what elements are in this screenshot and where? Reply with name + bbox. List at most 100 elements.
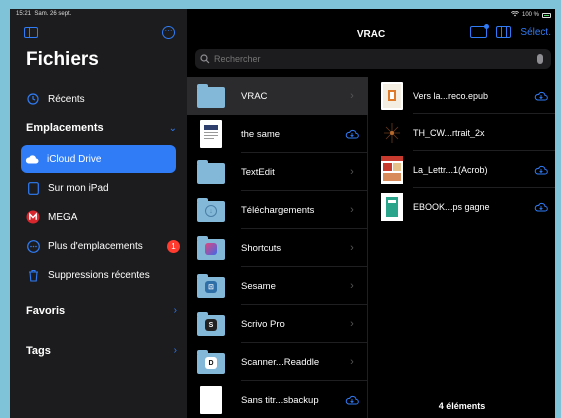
- locations-header[interactable]: Emplacements: [26, 122, 104, 134]
- wifi-icon: [510, 10, 519, 19]
- chevron-right-icon: ›: [350, 204, 354, 216]
- main-browser: 100 % VRAC Sélect. VRAC ›: [187, 9, 555, 418]
- chevron-right-icon[interactable]: ›: [174, 345, 177, 356]
- file-column: Vers la...reco.epub TH_CW...rtrait_2x La: [369, 77, 555, 418]
- item-label: Téléchargements: [241, 204, 315, 216]
- status-time: 15:21 Sam. 26 sept.: [16, 11, 72, 17]
- search-input[interactable]: [214, 54, 537, 64]
- cloud-download-icon[interactable]: [342, 129, 362, 139]
- chevron-right-icon: ›: [350, 280, 354, 292]
- blank-document-icon: [197, 386, 225, 414]
- list-item-the-same[interactable]: the same: [187, 115, 368, 153]
- shortcuts-folder-icon: [197, 234, 225, 262]
- cloud-icon: [25, 152, 39, 166]
- scrivo-folder-icon: S: [197, 310, 225, 338]
- scanner-folder-icon: D: [197, 348, 225, 376]
- trash-icon: [26, 268, 40, 282]
- chevron-down-icon[interactable]: ⌄: [169, 123, 177, 134]
- notification-badge: 1: [167, 239, 180, 253]
- status-indicators: 100 %: [510, 10, 551, 19]
- sidebar-toggle-icon[interactable]: [24, 27, 38, 38]
- pdf-thumbnail: [381, 155, 403, 184]
- folder-icon: [197, 158, 225, 186]
- mega-icon: [26, 210, 40, 224]
- item-label: Vers la...reco.epub: [413, 90, 489, 101]
- item-label: La_Lettr...1(Acrob): [413, 164, 488, 175]
- item-label: TH_CW...rtrait_2x: [413, 127, 485, 138]
- sidebar-item-label: Sur mon iPad: [48, 182, 109, 194]
- ebook-thumbnail: [381, 192, 403, 221]
- list-item-epub[interactable]: Vers la...reco.epub: [369, 77, 555, 114]
- tags-header[interactable]: Tags: [26, 345, 51, 357]
- sidebar-item-recents[interactable]: Récents: [22, 87, 186, 111]
- sidebar-item-label: iCloud Drive: [47, 153, 102, 165]
- downloads-folder-icon: ↓: [197, 196, 225, 224]
- item-label: Sesame: [241, 280, 276, 292]
- chevron-right-icon: ›: [350, 90, 354, 102]
- item-label: Scrivo Pro: [241, 318, 285, 330]
- item-label: Sans titr...sbackup: [241, 394, 319, 406]
- item-count: 4 éléments: [438, 401, 486, 411]
- folder-column: VRAC › the same TextEdit › ↓ Téléchargem…: [187, 77, 368, 418]
- list-item-sans-titre-backup[interactable]: Sans titr...sbackup: [187, 381, 368, 418]
- list-item-shortcuts[interactable]: Shortcuts ›: [187, 229, 368, 267]
- ipad-screen: 15:21 Sam. 26 sept. ··· Fichiers Récents…: [10, 9, 555, 418]
- sidebar: 15:21 Sam. 26 sept. ··· Fichiers Récents…: [10, 9, 187, 418]
- cloud-download-icon[interactable]: [531, 202, 551, 212]
- more-options-icon[interactable]: ···: [162, 26, 175, 39]
- nav-actions: Sélect.: [470, 24, 551, 38]
- item-label: TextEdit: [241, 166, 275, 178]
- battery-icon: [542, 12, 551, 18]
- sidebar-item-label: Récents: [48, 93, 85, 105]
- chevron-right-icon[interactable]: ›: [174, 305, 177, 316]
- sidebar-item-on-my-ipad[interactable]: Sur mon iPad: [22, 176, 186, 200]
- sidebar-toolbar: ···: [24, 26, 179, 43]
- sesame-folder-icon: ⊡: [197, 272, 225, 300]
- sidebar-item-more-locations[interactable]: Plus d'emplacements 1: [22, 234, 186, 258]
- folder-icon: [197, 82, 225, 110]
- sidebar-item-label: Plus d'emplacements: [48, 240, 143, 252]
- status-bar-right: 100 %: [187, 9, 555, 21]
- document-icon: [197, 120, 225, 148]
- sidebar-item-mega[interactable]: MEGA: [22, 205, 186, 229]
- new-folder-icon[interactable]: [470, 24, 490, 38]
- microphone-icon[interactable]: [537, 54, 543, 64]
- list-item-portrait-image[interactable]: TH_CW...rtrait_2x: [369, 114, 555, 151]
- list-item-ebook[interactable]: EBOOK...ps gagne: [369, 188, 555, 225]
- list-item-textedit[interactable]: TextEdit ›: [187, 153, 368, 191]
- list-item-la-lettre-pdf[interactable]: La_Lettr...1(Acrob): [369, 151, 555, 188]
- list-item-sesame[interactable]: ⊡ Sesame ›: [187, 267, 368, 305]
- list-item-scrivo-pro[interactable]: S Scrivo Pro ›: [187, 305, 368, 343]
- item-label: EBOOK...ps gagne: [413, 201, 490, 212]
- column-view-icon[interactable]: [496, 26, 512, 38]
- chevron-right-icon: ›: [350, 242, 354, 254]
- sidebar-item-icloud-drive[interactable]: iCloud Drive: [21, 145, 176, 173]
- page-title: Fichiers: [26, 49, 99, 70]
- chevron-right-icon: ›: [350, 318, 354, 330]
- cloud-download-icon[interactable]: [531, 165, 551, 175]
- list-item-downloads[interactable]: ↓ Téléchargements ›: [187, 191, 368, 229]
- sidebar-item-label: MEGA: [48, 211, 78, 223]
- search-icon: [200, 54, 210, 64]
- favorites-header[interactable]: Favoris: [26, 305, 65, 317]
- item-label: VRAC: [241, 90, 268, 102]
- chevron-right-icon: ›: [350, 166, 354, 178]
- cloud-download-icon[interactable]: [531, 91, 551, 101]
- select-button[interactable]: Sélect.: [520, 27, 551, 38]
- sidebar-item-label: Suppressions récentes: [48, 269, 150, 281]
- battery-text: 100 %: [521, 12, 539, 18]
- search-bar[interactable]: [195, 49, 551, 69]
- ipad-icon: [26, 181, 40, 195]
- item-label: Shortcuts: [241, 242, 282, 254]
- item-label: Scanner...Readdle: [241, 356, 320, 368]
- chevron-right-icon: ›: [350, 356, 354, 368]
- list-item-vrac[interactable]: VRAC ›: [187, 77, 368, 115]
- sidebar-item-recently-deleted[interactable]: Suppressions récentes: [22, 263, 186, 287]
- cloud-download-icon[interactable]: [342, 395, 362, 405]
- image-thumbnail: [381, 118, 403, 147]
- item-label: the same: [241, 128, 281, 140]
- epub-thumbnail: [381, 81, 403, 110]
- clock-icon: [26, 92, 40, 106]
- list-item-scanner-readdle[interactable]: D Scanner...Readdle ›: [187, 343, 368, 381]
- more-circle-icon: [26, 239, 40, 253]
